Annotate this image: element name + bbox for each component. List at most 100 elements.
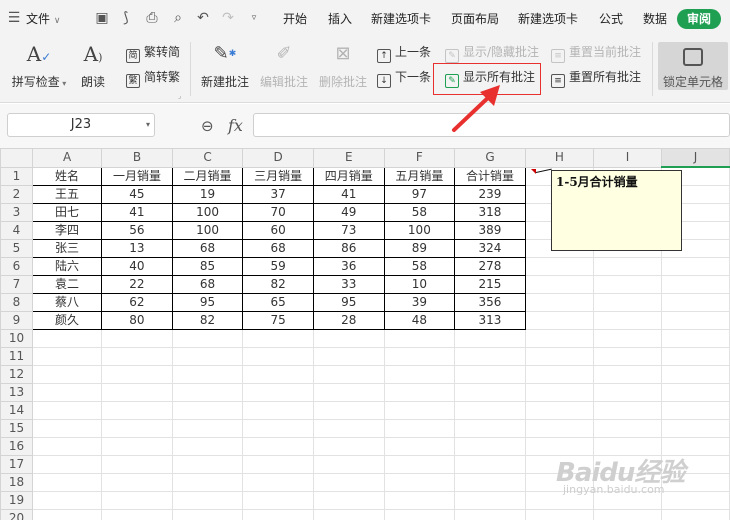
cell[interactable]: 82 <box>171 311 244 330</box>
hamburger-menu-icon[interactable]: ☰ <box>6 10 22 26</box>
cell[interactable] <box>454 437 526 456</box>
cell[interactable] <box>383 437 456 456</box>
cell[interactable] <box>524 293 595 312</box>
row-header[interactable]: 19 <box>0 491 33 510</box>
column-header[interactable]: I <box>593 148 662 168</box>
header-cell[interactable]: 姓名 <box>31 166 103 186</box>
cell[interactable] <box>171 329 244 348</box>
edit-comment-button[interactable]: ✐ 编辑批注 <box>258 42 310 90</box>
cell[interactable] <box>242 347 314 366</box>
cell[interactable] <box>101 455 173 474</box>
cell[interactable]: 张三 <box>31 239 103 258</box>
cell[interactable] <box>312 401 385 420</box>
header-cell[interactable]: 一月销量 <box>101 166 173 186</box>
cell[interactable] <box>593 509 662 520</box>
delete-comment-button[interactable]: ⊠ 删除批注 <box>317 42 369 90</box>
cell[interactable] <box>454 473 526 492</box>
cell[interactable]: 89 <box>383 239 456 258</box>
header-cell[interactable]: 二月销量 <box>171 166 244 186</box>
quick-access-dropdown-icon[interactable]: ▿ <box>246 10 262 26</box>
tab-page-layout[interactable]: 页面布局 <box>451 10 499 28</box>
cell[interactable] <box>31 509 103 520</box>
cell[interactable]: 313 <box>454 311 526 330</box>
show-hide-comment-button[interactable]: ✎ 显示/隐藏批注 <box>445 42 539 63</box>
cell[interactable]: 田七 <box>31 203 103 222</box>
cell[interactable] <box>101 329 173 348</box>
cell[interactable] <box>383 419 456 438</box>
row-header[interactable]: 6 <box>0 257 33 276</box>
cell[interactable] <box>242 329 314 348</box>
cell[interactable]: 10 <box>383 275 456 294</box>
cell[interactable] <box>242 491 314 510</box>
row-header[interactable]: 5 <box>0 239 33 258</box>
cell[interactable]: 颜久 <box>31 311 103 330</box>
cell[interactable]: 48 <box>383 311 456 330</box>
column-header[interactable]: A <box>31 148 103 168</box>
cell[interactable] <box>101 401 173 420</box>
cell[interactable] <box>242 455 314 474</box>
cell[interactable]: 73 <box>312 221 385 240</box>
cell[interactable] <box>524 257 595 276</box>
row-header[interactable]: 15 <box>0 419 33 438</box>
cell[interactable]: 70 <box>242 203 314 222</box>
cell[interactable]: 324 <box>454 239 526 258</box>
cell[interactable]: 356 <box>454 293 526 312</box>
cell[interactable]: 100 <box>171 221 244 240</box>
header-cell[interactable]: 四月销量 <box>312 166 385 186</box>
row-header[interactable]: 2 <box>0 185 33 204</box>
row-header[interactable]: 3 <box>0 203 33 222</box>
cell[interactable]: 65 <box>242 293 314 312</box>
cell[interactable] <box>454 419 526 438</box>
cell[interactable]: 68 <box>171 239 244 258</box>
cell[interactable] <box>593 311 662 330</box>
cell[interactable] <box>524 347 595 366</box>
row-header[interactable]: 7 <box>0 275 33 294</box>
cell[interactable] <box>660 293 730 312</box>
header-cell[interactable]: 五月销量 <box>383 166 456 186</box>
cell[interactable]: 13 <box>101 239 173 258</box>
cell[interactable]: 85 <box>171 257 244 276</box>
cell[interactable]: 100 <box>383 221 456 240</box>
cell[interactable] <box>101 419 173 438</box>
cell[interactable] <box>524 329 595 348</box>
cell[interactable] <box>593 419 662 438</box>
cell[interactable] <box>101 365 173 384</box>
cell[interactable] <box>454 347 526 366</box>
cell[interactable]: 59 <box>242 257 314 276</box>
cell[interactable] <box>660 401 730 420</box>
cell[interactable]: 蔡八 <box>31 293 103 312</box>
lock-cell-button[interactable]: 锁定单元格 <box>658 42 728 90</box>
cell[interactable] <box>312 347 385 366</box>
cell[interactable] <box>524 401 595 420</box>
zoom-search-icon[interactable]: ⊖ <box>201 117 214 135</box>
cell[interactable]: 39 <box>383 293 456 312</box>
cell[interactable]: 60 <box>242 221 314 240</box>
cell[interactable] <box>31 491 103 510</box>
row-header[interactable]: 1 <box>0 166 33 186</box>
cell[interactable] <box>660 329 730 348</box>
cell[interactable] <box>593 257 662 276</box>
cell[interactable] <box>312 509 385 520</box>
cell[interactable] <box>660 347 730 366</box>
cell[interactable] <box>593 365 662 384</box>
cell[interactable] <box>524 419 595 438</box>
tab-review[interactable]: 审阅 <box>677 9 721 29</box>
cell[interactable]: 95 <box>171 293 244 312</box>
print-icon[interactable]: ⎙ <box>144 10 160 26</box>
cell[interactable]: 100 <box>171 203 244 222</box>
cell[interactable] <box>171 509 244 520</box>
cell[interactable]: 41 <box>312 185 385 204</box>
format-painter-icon[interactable]: ⟆ <box>118 10 134 26</box>
cell[interactable]: 75 <box>242 311 314 330</box>
save-icon[interactable]: ▣ <box>94 10 110 26</box>
cell[interactable]: 22 <box>101 275 173 294</box>
cell[interactable] <box>660 509 730 520</box>
cell[interactable] <box>454 401 526 420</box>
cell[interactable] <box>31 329 103 348</box>
row-header[interactable]: 16 <box>0 437 33 456</box>
group-expand-icon[interactable]: ⌟ <box>178 92 181 100</box>
next-comment-button[interactable]: ↓ 下一条 <box>377 67 431 88</box>
cell[interactable]: 33 <box>312 275 385 294</box>
row-header[interactable]: 20 <box>0 509 33 520</box>
cell[interactable] <box>383 329 456 348</box>
